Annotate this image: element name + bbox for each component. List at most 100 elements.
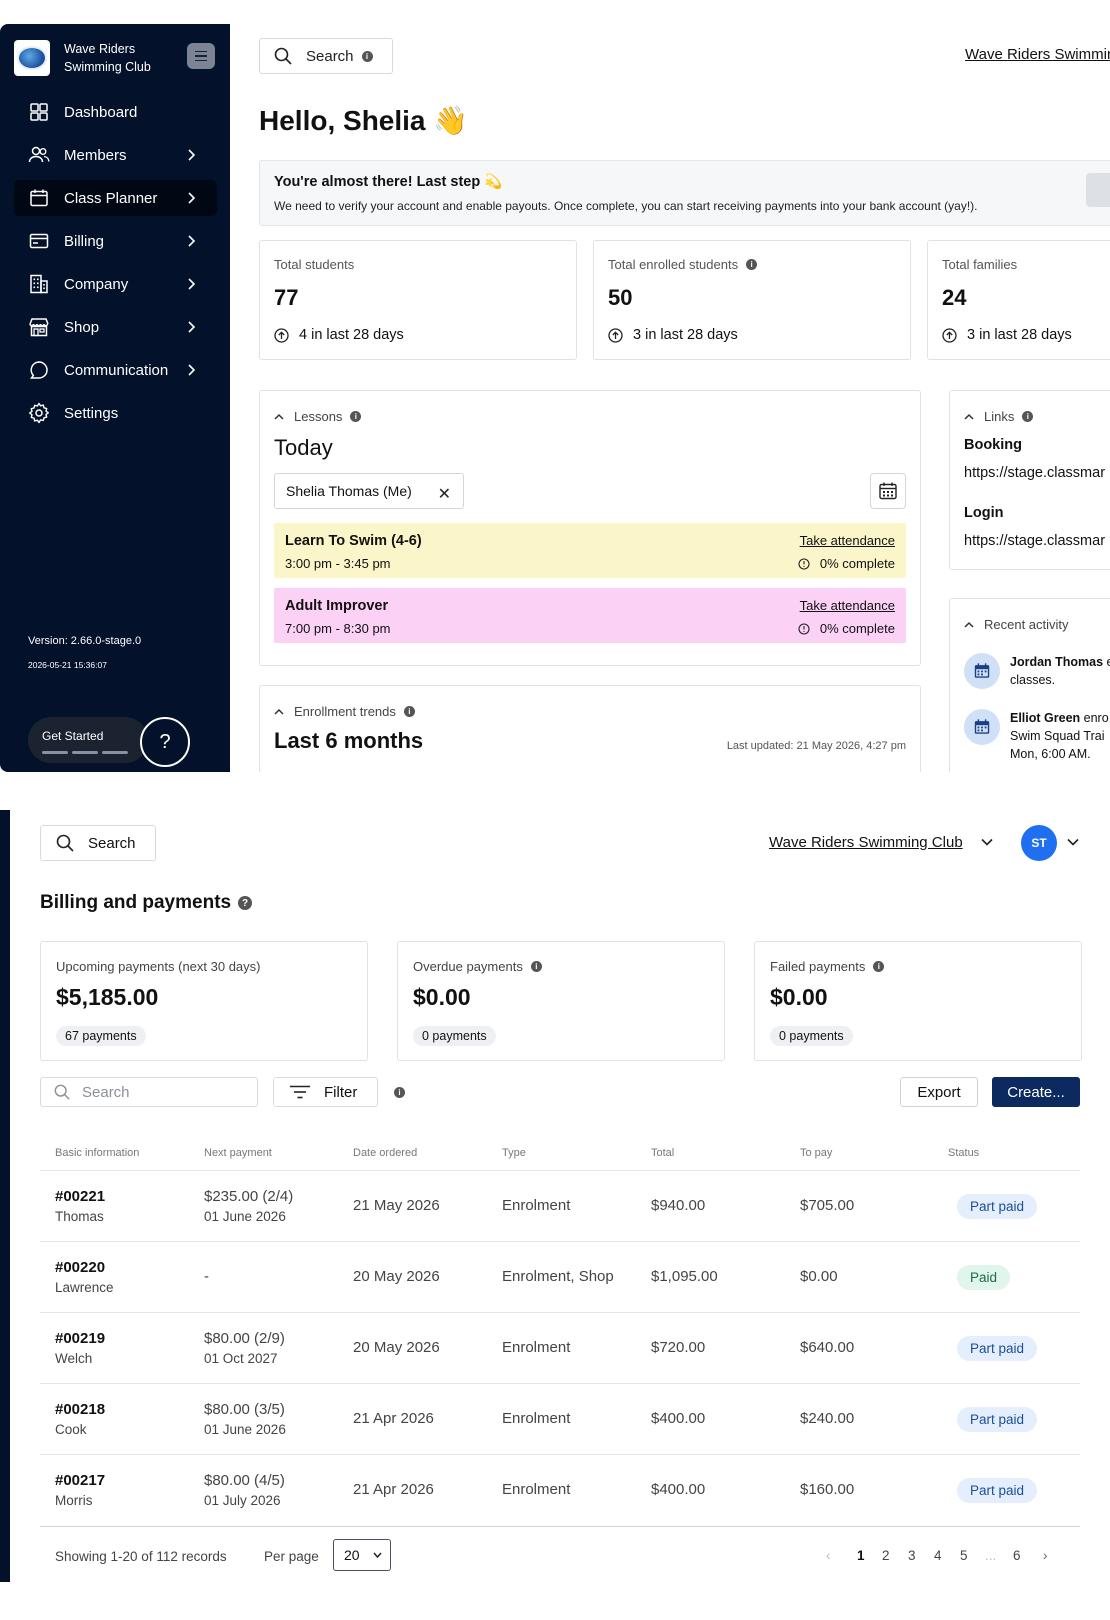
take-attendance-link[interactable]: Take attendance [800, 533, 895, 548]
sidebar-item-class-planner[interactable]: Class Planner [14, 180, 217, 216]
info-icon: i [350, 411, 362, 422]
shop-icon [28, 316, 50, 338]
filter-icon [290, 1085, 310, 1099]
table-row[interactable]: #00221 Thomas $235.00 (2/4) 01 June 2026 21 … [40, 1170, 1080, 1241]
info-icon: i [361, 50, 373, 62]
order-id[interactable]: #00218 [55, 1401, 105, 1418]
table-search-input[interactable]: Search [40, 1077, 258, 1107]
lessons-card: Lessons i Today Shelia Thomas (Me) ✕ Lea… [259, 390, 921, 666]
get-started-button[interactable]: Get Started [28, 717, 148, 763]
club-switcher-link[interactable]: Wave Riders Swimmin [965, 46, 1110, 63]
gear-icon [28, 402, 50, 424]
column-header[interactable]: Total [651, 1147, 674, 1159]
column-header[interactable]: Next payment [204, 1147, 272, 1159]
order-id[interactable]: #00219 [55, 1330, 105, 1347]
arrow-up-circle-icon [608, 327, 628, 343]
sidebar-item-members[interactable]: Members [14, 137, 217, 173]
page-number[interactable]: 1 [857, 1548, 865, 1563]
enrollment-header[interactable]: Enrollment trends i [274, 704, 415, 719]
club-name: Wave Riders Swimming Club [64, 42, 151, 74]
next-page-icon[interactable]: › [1043, 1548, 1048, 1563]
page-ellipsis: ... [985, 1548, 997, 1563]
sidebar-item-billing[interactable]: Billing [14, 223, 217, 259]
chevron-down-icon[interactable] [1067, 838, 1079, 846]
column-header[interactable]: Date ordered [353, 1147, 417, 1159]
info-icon: i [1022, 411, 1034, 422]
payment-summary-card: Failed payments i $0.00 0 payments [754, 941, 1082, 1061]
stat-card: Total students 77 4 in last 28 days [259, 240, 577, 360]
chevron-right-icon [183, 233, 199, 249]
links-header[interactable]: Links i [964, 409, 1034, 424]
calendar-picker-button[interactable] [870, 473, 906, 509]
club-logo[interactable] [14, 40, 50, 76]
collapse-menu-button[interactable] [187, 43, 215, 69]
calendar-icon [964, 709, 1000, 745]
table-row[interactable]: #00220 Lawrence - 20 May 2026 Enrolment, Sho… [40, 1241, 1080, 1312]
page-title-text: Billing and payments [40, 892, 232, 913]
verify-button[interactable] [1086, 173, 1110, 207]
column-header[interactable]: To pay [800, 1147, 832, 1159]
per-page-select[interactable]: 20 [333, 1539, 391, 1571]
activity-text: Jordan Thomas e classes. [1010, 653, 1110, 689]
column-header[interactable]: Basic information [55, 1147, 139, 1159]
previous-page-icon[interactable]: ‹ [826, 1548, 831, 1563]
lessons-header[interactable]: Lessons i [274, 409, 362, 424]
create-button[interactable]: Create... [992, 1077, 1080, 1107]
page-number[interactable]: 6 [1013, 1548, 1021, 1563]
table-row[interactable]: #00219 Welch $80.00 (2/9) 01 Oct 2027 20 May… [40, 1312, 1080, 1383]
sidebar-item-dashboard[interactable]: Dashboard [14, 94, 217, 130]
club-switcher-link[interactable]: Wave Riders Swimming Club [769, 834, 963, 851]
last-updated-label: Last updated: 21 May 2026, 4:27 pm [726, 740, 906, 752]
page-number[interactable]: 4 [934, 1548, 942, 1563]
order-id[interactable]: #00221 [55, 1188, 105, 1205]
page-number[interactable]: 5 [960, 1548, 968, 1563]
chevron-down-icon[interactable] [981, 838, 993, 846]
help-icon[interactable]: ? [238, 896, 253, 910]
date-ordered: 21 Apr 2026 [353, 1481, 434, 1498]
search-icon [56, 834, 74, 852]
order-id[interactable]: #00220 [55, 1259, 105, 1276]
lesson-item[interactable]: Learn To Swim (4-6) 3:00 pm - 3:45 pm Take… [274, 523, 906, 578]
activity-action: enro [1080, 711, 1109, 725]
sidebar-item-settings[interactable]: Settings [14, 395, 217, 431]
recent-activity-card: Recent activity Jordan Thomas e classes. E… [949, 598, 1110, 772]
activity-person: Elliot Green [1010, 711, 1081, 725]
next-payment-amount: - [204, 1268, 209, 1285]
column-header[interactable]: Type [502, 1147, 526, 1159]
page-number[interactable]: 2 [882, 1548, 890, 1563]
close-icon[interactable]: ✕ [438, 484, 451, 504]
card-label: Failed payments [770, 959, 866, 974]
login-url[interactable]: https://stage.classmar [964, 533, 1105, 549]
page-number[interactable]: 3 [908, 1548, 916, 1563]
calendar-icon [28, 187, 50, 209]
page-title: Billing and payments ? [40, 892, 253, 914]
stat-value: 77 [274, 285, 299, 310]
info-icon: i [403, 706, 415, 717]
sidebar-item-communication[interactable]: Communication [14, 352, 217, 388]
booking-url[interactable]: https://stage.classmar [964, 465, 1105, 481]
table-row[interactable]: #00217 Morris $80.00 (4/5) 01 July 2026 21 A… [40, 1454, 1080, 1525]
sidebar-item-label: Dashboard [64, 103, 138, 121]
search-button[interactable]: Search [40, 825, 156, 861]
order-id[interactable]: #00217 [55, 1472, 105, 1489]
search-button[interactable]: Search i [259, 38, 393, 74]
help-button[interactable]: ? [140, 717, 190, 767]
status-badge: Part paid [957, 1336, 1038, 1361]
order-total: $1,095.00 [651, 1268, 718, 1285]
card-label: Upcoming payments (next 30 days) [56, 959, 261, 974]
card-label-row: Upcoming payments (next 30 days) [56, 959, 260, 974]
take-attendance-link[interactable]: Take attendance [800, 598, 895, 613]
avatar[interactable]: ST [1021, 825, 1057, 861]
activity-header[interactable]: Recent activity [964, 617, 1069, 632]
lessons-day-title: Today [274, 435, 333, 460]
instructor-filter-chip[interactable]: Shelia Thomas (Me) ✕ [274, 473, 464, 509]
lesson-item[interactable]: Adult Improver 7:00 pm - 8:30 pm Take atte… [274, 588, 906, 643]
sidebar-item-shop[interactable]: Shop [14, 309, 217, 345]
table-row[interactable]: #00218 Cook $80.00 (3/5) 01 June 2026 21 Apr… [40, 1383, 1080, 1454]
export-button[interactable]: Export [900, 1077, 978, 1107]
sidebar-item-company[interactable]: Company [14, 266, 217, 302]
progress-text: 0% complete [819, 621, 895, 636]
table-divider [40, 1526, 1080, 1527]
filter-button[interactable]: Filter [273, 1077, 378, 1107]
column-header[interactable]: Status [948, 1147, 979, 1159]
